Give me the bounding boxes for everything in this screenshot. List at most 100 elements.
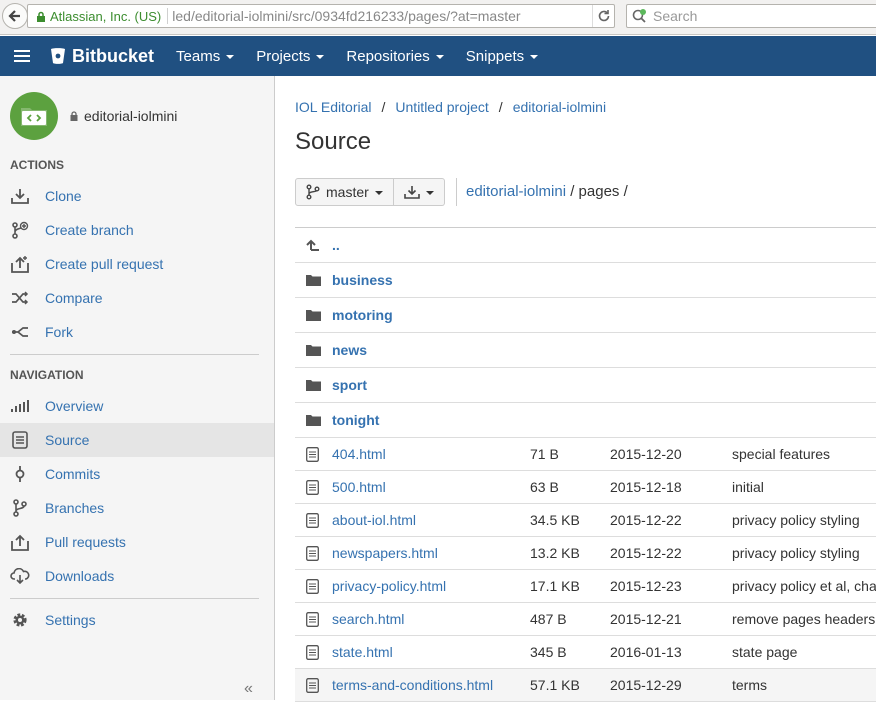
directory-link[interactable]: motoring (332, 307, 393, 323)
directory-row[interactable]: news (295, 333, 876, 368)
parent-directory-link[interactable]: .. (332, 237, 340, 253)
file-link[interactable]: search.html (332, 611, 404, 627)
sidebar-item-branches[interactable]: Branches (0, 491, 274, 525)
file-row[interactable]: 404.html 71 B 2015-12-20 special feature… (295, 438, 876, 471)
file-link[interactable]: terms-and-conditions.html (332, 677, 493, 693)
sidebar-item-fork[interactable]: Fork (0, 315, 274, 349)
sidebar-item-label: Branches (45, 500, 105, 516)
reload-button[interactable] (592, 5, 614, 27)
file-row[interactable]: search.html 487 B 2015-12-21 remove page… (295, 603, 876, 636)
search-engine-icon (632, 9, 646, 23)
path-current: / pages / (566, 183, 628, 200)
directory-link[interactable]: business (332, 272, 393, 288)
file-row[interactable]: terms-and-conditions.html 57.1 KB 2015-1… (295, 669, 876, 702)
bitbucket-bucket-icon (51, 48, 65, 64)
arrow-up-icon (306, 238, 326, 252)
branch-icon (306, 184, 320, 200)
sidebar-item-label: Create pull request (45, 256, 164, 272)
nav-teams-label: Teams (176, 47, 221, 65)
file-row[interactable]: about-iol.html 34.5 KB 2015-12-22 privac… (295, 504, 876, 537)
sidebar-item-create-pull-request[interactable]: Create pull request (0, 247, 274, 281)
back-button[interactable] (2, 3, 28, 29)
breadcrumb-separator: / (381, 99, 386, 115)
nav-teams[interactable]: Teams (176, 47, 235, 65)
parent-directory-row[interactable]: .. (295, 228, 876, 263)
file-date: 2015-12-22 (610, 512, 682, 528)
breadcrumb-separator: / (498, 99, 503, 115)
commit-message: remove pages headers (732, 611, 876, 627)
bitbucket-logo[interactable]: Bitbucket (50, 46, 154, 67)
repo-name[interactable]: editorial-iolmini (70, 108, 177, 124)
bar-chart-icon (9, 396, 31, 416)
file-size: 57.1 KB (530, 677, 580, 693)
sidebar-item-label: Overview (45, 398, 104, 414)
branch-icon (9, 498, 31, 518)
directory-link[interactable]: news (332, 342, 367, 358)
file-icon (306, 545, 326, 561)
menu-icon[interactable] (14, 50, 30, 62)
file-icon (306, 578, 326, 594)
breadcrumb-team[interactable]: IOL Editorial (295, 99, 372, 115)
sidebar: editorial-iolmini ACTIONS Clone Create b… (0, 76, 275, 700)
sidebar-item-overview[interactable]: Overview (0, 389, 274, 423)
navigation-heading: NAVIGATION (10, 368, 84, 382)
file-link[interactable]: 500.html (332, 479, 386, 495)
file-link[interactable]: state.html (332, 644, 393, 660)
file-date: 2015-12-22 (610, 545, 682, 561)
file-size: 71 B (530, 446, 559, 462)
arrow-left-icon (8, 10, 20, 22)
file-row[interactable]: privacy-policy.html 17.1 KB 2015-12-23 p… (295, 570, 876, 603)
chevron-down-icon (530, 55, 539, 59)
sidebar-item-create-branch[interactable]: Create branch (0, 213, 274, 247)
address-bar[interactable]: Atlassian, Inc. (US) led/editorial-iolmi… (27, 4, 615, 28)
collapse-sidebar-button[interactable]: « (244, 680, 253, 698)
sidebar-item-clone[interactable]: Clone (0, 179, 274, 213)
sidebar-item-pull-requests[interactable]: Pull requests (0, 525, 274, 559)
repo-avatar[interactable] (10, 92, 58, 140)
path-repo-link[interactable]: editorial-iolmini (466, 183, 566, 200)
file-row[interactable]: 500.html 63 B 2015-12-18 initial (295, 471, 876, 504)
sidebar-item-commits[interactable]: Commits (0, 457, 274, 491)
secure-lock-icon (37, 11, 45, 22)
sidebar-item-settings[interactable]: Settings (0, 603, 274, 637)
chevron-down-icon (316, 55, 325, 59)
commit-message: privacy policy styling (732, 512, 860, 528)
directory-row[interactable]: sport (295, 368, 876, 403)
breadcrumb-project[interactable]: Untitled project (395, 99, 488, 115)
directory-row[interactable]: tonight (295, 403, 876, 438)
breadcrumb-repo[interactable]: editorial-iolmini (513, 99, 606, 115)
download-dropdown-button[interactable] (393, 178, 445, 206)
nav-repositories[interactable]: Repositories (346, 47, 444, 65)
nav-snippets[interactable]: Snippets (466, 48, 539, 65)
sidebar-item-compare[interactable]: Compare (0, 281, 274, 315)
file-row[interactable]: state.html 345 B 2016-01-13 state page (295, 636, 876, 669)
path-divider (456, 178, 457, 206)
file-icon (306, 644, 326, 660)
file-link[interactable]: newspapers.html (332, 545, 438, 561)
file-row[interactable]: newspapers.html 13.2 KB 2015-12-22 priva… (295, 537, 876, 570)
nav-projects[interactable]: Projects (256, 48, 325, 65)
directory-link[interactable]: tonight (332, 412, 379, 428)
browser-search-box[interactable]: Search (626, 4, 876, 28)
lock-icon (70, 111, 78, 121)
file-link[interactable]: about-iol.html (332, 512, 416, 528)
nav-repositories-label: Repositories (346, 47, 430, 65)
sidebar-item-label: Pull requests (45, 534, 126, 550)
chevron-down-icon (425, 191, 434, 195)
document-icon (9, 430, 31, 450)
sidebar-item-downloads[interactable]: Downloads (0, 559, 274, 593)
directory-link[interactable]: sport (332, 377, 367, 393)
directory-row[interactable]: motoring (295, 298, 876, 333)
file-link[interactable]: privacy-policy.html (332, 578, 446, 594)
url-text[interactable]: led/editorial-iolmini/src/0934fd216233/p… (172, 8, 592, 24)
file-date: 2015-12-18 (610, 479, 682, 495)
pull-request-icon (9, 532, 31, 552)
branch-selector[interactable]: master (295, 178, 394, 206)
file-link[interactable]: 404.html (332, 446, 386, 462)
commit-message: privacy policy styling (732, 545, 860, 561)
repo-header: editorial-iolmini (10, 92, 177, 140)
directory-row[interactable]: business (295, 263, 876, 298)
sidebar-item-label: Create branch (45, 222, 134, 238)
file-size: 487 B (530, 611, 567, 627)
sidebar-item-source[interactable]: Source (0, 423, 274, 457)
